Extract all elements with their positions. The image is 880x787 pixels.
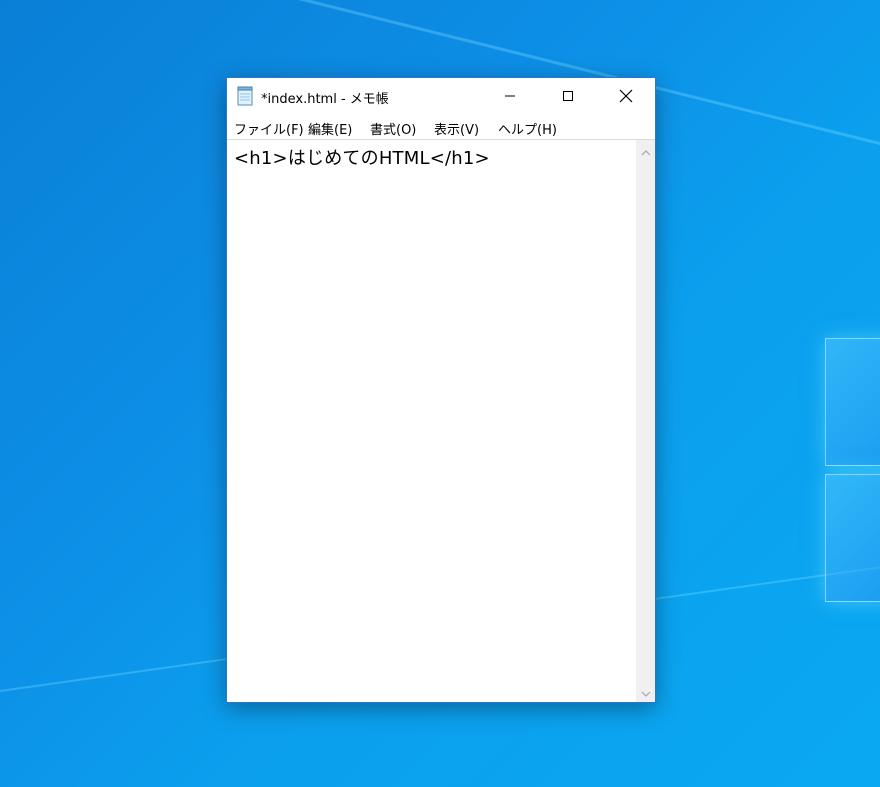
window-title: *index.html - メモ帳 <box>261 92 389 107</box>
scroll-up-button[interactable] <box>636 142 655 159</box>
menu-bar: ファイル(F) 編集(E) 書式(O) 表示(V) ヘルプ(H) <box>227 115 655 139</box>
chevron-up-icon <box>641 141 651 160</box>
editor-text-line: <h1>はじめてのHTML</h1> <box>234 148 490 169</box>
close-icon <box>619 89 633 103</box>
close-button[interactable] <box>603 78 649 114</box>
notepad-window: *index.html - メモ帳 ファイル(F) 編集(E) 書式(O) 表示… <box>226 77 656 703</box>
menu-file[interactable]: ファイル(F) <box>232 119 306 138</box>
minimize-icon <box>504 90 516 102</box>
menu-edit[interactable]: 編集(E) <box>306 119 354 138</box>
text-editor[interactable]: <h1>はじめてのHTML</h1> <box>227 140 636 702</box>
menu-view[interactable]: 表示(V) <box>432 119 481 138</box>
wallpaper-logo-pane <box>825 474 880 602</box>
scroll-down-button[interactable] <box>636 683 655 700</box>
maximize-icon <box>562 90 574 102</box>
wallpaper-logo-pane <box>825 338 880 466</box>
title-bar[interactable]: *index.html - メモ帳 <box>227 78 655 114</box>
notepad-icon <box>236 86 254 106</box>
vertical-scrollbar[interactable] <box>636 140 655 702</box>
minimize-button[interactable] <box>487 78 533 114</box>
editor-area: <h1>はじめてのHTML</h1> <box>227 139 655 702</box>
menu-help[interactable]: ヘルプ(H) <box>496 119 559 138</box>
chevron-down-icon <box>641 682 651 701</box>
maximize-button[interactable] <box>545 78 591 114</box>
menu-format[interactable]: 書式(O) <box>368 119 418 138</box>
